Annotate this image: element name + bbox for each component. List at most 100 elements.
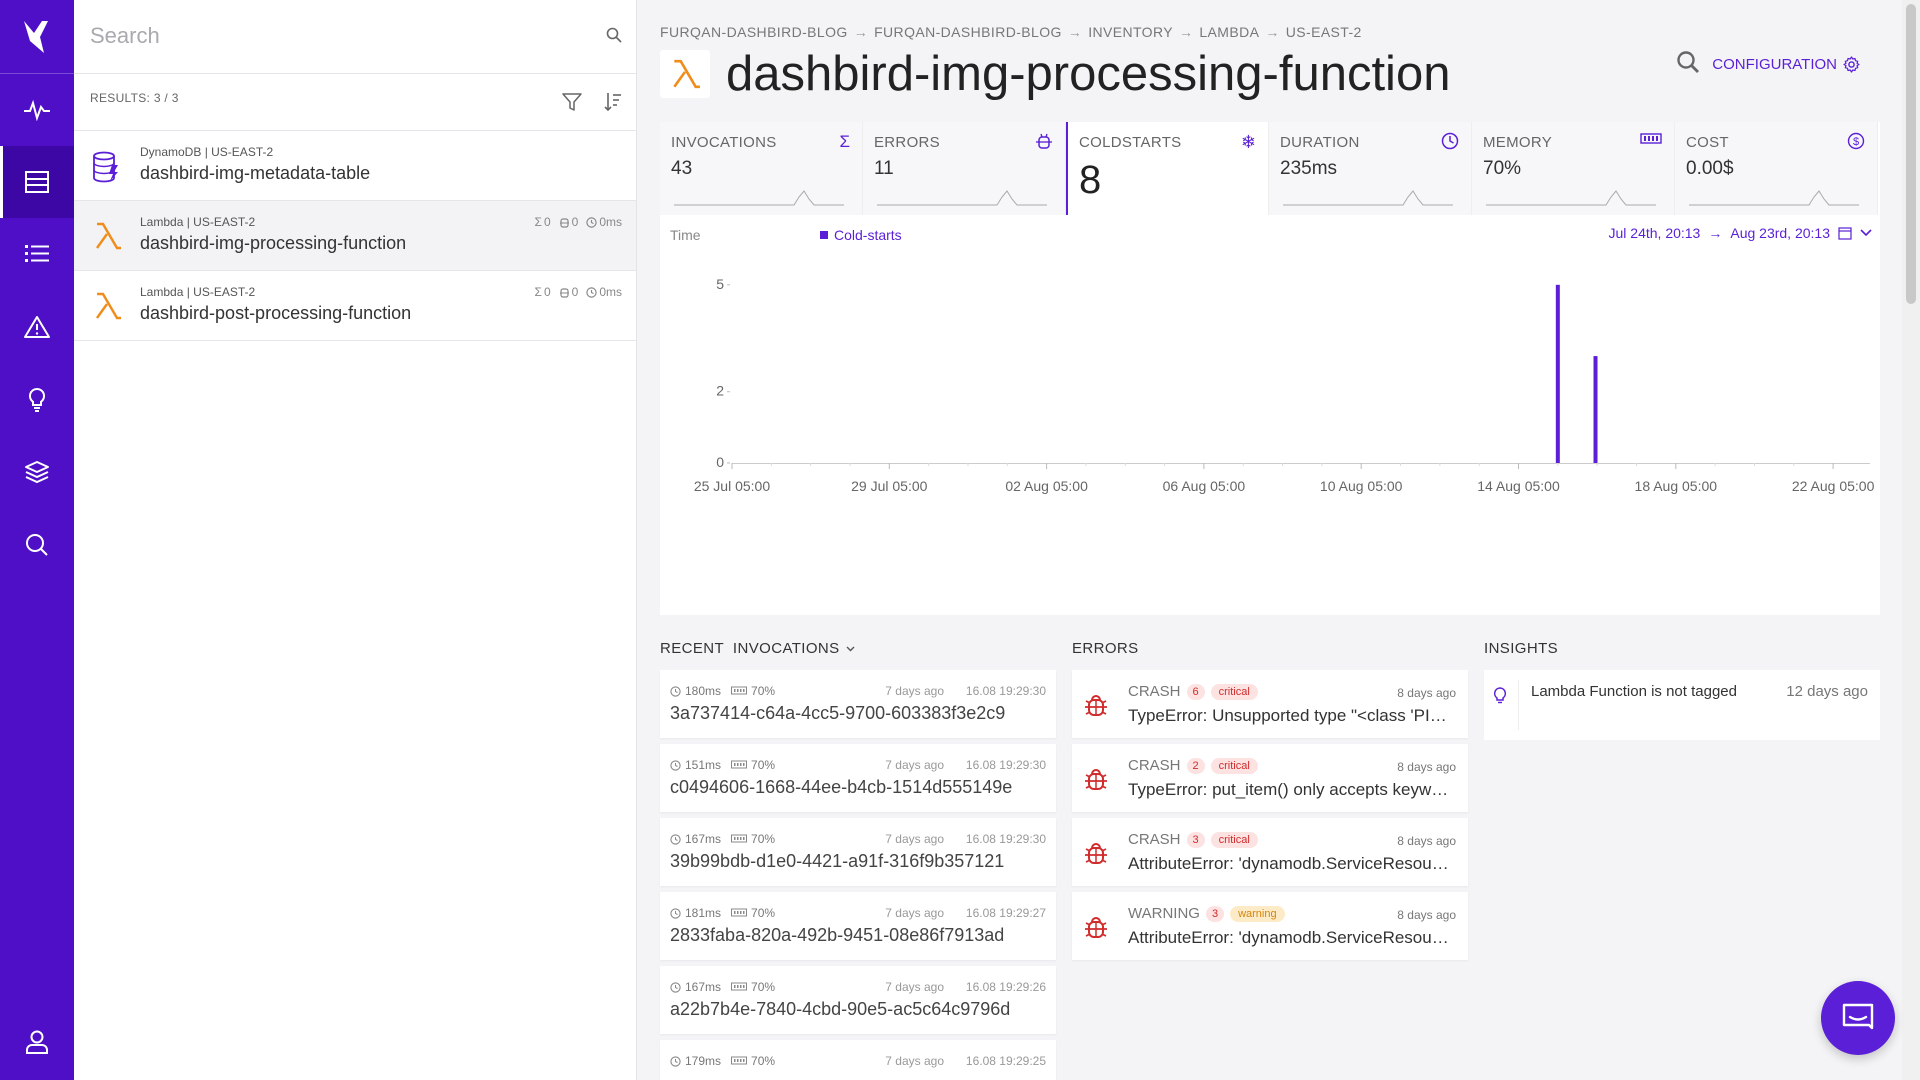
duration: 167ms [670, 980, 721, 994]
breadcrumb: FURQAN-DASHBIRD-BLOG → FURQAN-DASHBIRD-BL… [660, 24, 1362, 40]
invocation-card[interactable]: 179ms 70% 7 days ago 16.08 19:29:25 [660, 1040, 1056, 1080]
breadcrumb-item[interactable]: INVENTORY [1088, 24, 1173, 40]
errors-title: ERRORS [1072, 640, 1139, 657]
invocation-card[interactable]: 167ms 70% 7 days ago 16.08 19:29:30 39b99… [660, 818, 1056, 886]
metric-errors[interactable]: ERRORS 11 [863, 122, 1066, 215]
resource-item-metadata-table[interactable]: DynamoDB | US-EAST-2 dashbird-img-metada… [74, 131, 636, 201]
dynamodb-icon [92, 151, 120, 188]
metric-value: 11 [874, 158, 894, 179]
sparkline [1689, 190, 1859, 206]
insight-ago: 12 days ago [1786, 683, 1868, 700]
invocation-date: 16.08 19:29:30 [965, 758, 1046, 772]
layers-icon[interactable] [0, 436, 74, 508]
dashbird-logo[interactable] [0, 0, 74, 74]
error-card[interactable]: CRASH 3 critical 8 days ago AttributeError… [1072, 818, 1468, 886]
dollar-icon: $ [1847, 132, 1865, 150]
invocation-card[interactable]: 151ms 70% 7 days ago 16.08 19:29:30 c0494… [660, 744, 1056, 812]
recent-invocations-title[interactable]: RECENT INVOCATIONS [660, 640, 855, 657]
error-count-badge: 2 [1186, 757, 1205, 774]
bug-icon [1036, 133, 1052, 149]
invocation-date: 16.08 19:29:30 [965, 832, 1046, 846]
nav-rail [0, 0, 74, 1080]
resource-name: dashbird-img-processing-function [140, 233, 407, 253]
metric-memory[interactable]: MEMORY 70% [1472, 122, 1675, 215]
bug-icon [1085, 917, 1107, 938]
insight-card[interactable]: Lambda Function is not tagged 12 days ag… [1484, 670, 1880, 740]
alert-icon[interactable] [0, 291, 74, 363]
sparkline [1486, 190, 1656, 206]
breadcrumb-item[interactable]: LAMBDA [1199, 24, 1259, 40]
memory: 70% [731, 906, 775, 920]
sparkline [877, 190, 1047, 206]
metric-label: COLDSTARTS [1079, 134, 1182, 151]
invocation-ago: 7 days ago [885, 758, 944, 772]
metric-label: MEMORY [1483, 134, 1553, 151]
breadcrumb-item[interactable]: US-EAST-2 [1286, 24, 1362, 40]
error-card[interactable]: CRASH 2 critical 8 days ago TypeError: put… [1072, 744, 1468, 812]
x-tick-label: 10 Aug 05:00 [1320, 478, 1403, 494]
coldstarts-chart: 0 2 5 25 Jul 05:00 29 Jul 05:00 02 Aug 05:00 0… [660, 215, 1880, 615]
invocations-stat: Σ0 [534, 215, 551, 229]
inventory-icon[interactable] [0, 146, 74, 218]
list-icon[interactable] [0, 218, 74, 290]
search-input[interactable] [90, 18, 570, 54]
error-card[interactable]: CRASH 6 critical 8 days ago TypeError: Uns… [1072, 670, 1468, 738]
search-icon[interactable] [1676, 50, 1700, 79]
invocation-card[interactable]: 181ms 70% 7 days ago 16.08 19:29:27 2833f… [660, 892, 1056, 960]
memory-icon [731, 686, 748, 695]
error-type: WARNING [1128, 905, 1200, 922]
metric-duration[interactable]: DURATION 235ms [1269, 122, 1472, 215]
resource-item-post-processing[interactable]: Lambda | US-EAST-2 dashbird-post-process… [74, 271, 636, 341]
x-tick-label: 18 Aug 05:00 [1635, 478, 1718, 494]
snowflake-icon: ❄ [1240, 132, 1256, 152]
metric-cost[interactable]: COST 0.00$ $ [1675, 122, 1878, 215]
insights-icon[interactable] [0, 364, 74, 436]
legend-label: Cold-starts [834, 227, 902, 243]
scrollbar-thumb[interactable] [1906, 4, 1916, 304]
arrow-right-icon: → [853, 24, 869, 40]
arrow-right-icon: → [1067, 24, 1083, 40]
metric-label: DURATION [1280, 134, 1360, 151]
sparkline [674, 190, 844, 206]
bug-icon [1085, 769, 1107, 790]
metric-coldstarts[interactable]: COLDSTARTS 8 ❄ [1066, 122, 1269, 215]
chart-legend[interactable]: Cold-starts [820, 227, 902, 243]
invocation-card[interactable]: 180ms 70% 7 days ago 16.08 19:29:30 3a737… [660, 670, 1056, 738]
search-icon[interactable] [0, 509, 74, 581]
configuration-button[interactable]: CONFIGURATION [1712, 56, 1860, 73]
arrow-right-icon: → [1178, 24, 1194, 40]
severity-badge: warning [1230, 905, 1285, 922]
chat-icon [1842, 1003, 1874, 1030]
y-tick-label: 0 [716, 454, 724, 470]
resource-meta: Lambda | US-EAST-2 [140, 215, 256, 229]
metric-label: INVOCATIONS [671, 134, 777, 151]
invocation-date: 16.08 19:29:27 [965, 906, 1046, 920]
filter-icon[interactable] [562, 92, 582, 117]
error-message: AttributeError: 'dynamodb.ServiceResourc… [1128, 928, 1453, 947]
resource-item-img-processing[interactable]: Lambda | US-EAST-2 dashbird-img-processi… [74, 201, 636, 271]
error-card[interactable]: WARNING 3 warning 8 days ago AttributeErro… [1072, 892, 1468, 960]
resource-stats: Σ0 0 0ms [535, 215, 622, 229]
metric-value: 43 [671, 158, 693, 179]
scrollbar[interactable] [1902, 0, 1920, 1080]
date-range-picker[interactable]: Jul 24th, 20:13 → Aug 23rd, 20:13 [1609, 225, 1873, 241]
sort-icon[interactable] [604, 92, 622, 117]
invocation-ago: 7 days ago [885, 980, 944, 994]
invocation-ago: 7 days ago [885, 832, 944, 846]
user-icon[interactable] [0, 1006, 74, 1078]
range-from: Jul 24th, 20:13 [1608, 225, 1701, 241]
invocation-card[interactable]: 167ms 70% 7 days ago 16.08 19:29:26 a22b7… [660, 966, 1056, 1034]
chat-button[interactable] [1821, 981, 1895, 1055]
chart-time-label: Time [670, 227, 701, 243]
invocation-date: 16.08 19:29:25 [965, 1054, 1046, 1068]
error-message: TypeError: put_item() only accepts keywo… [1128, 780, 1453, 799]
bug-icon [1085, 695, 1107, 716]
metric-invocations[interactable]: INVOCATIONS 43 Σ [660, 122, 863, 215]
title-row: dashbird-img-processing-function [660, 46, 1450, 102]
breadcrumb-item[interactable]: FURQAN-DASHBIRD-BLOG [874, 24, 1062, 40]
activity-icon[interactable] [0, 74, 74, 146]
breadcrumb-item[interactable]: FURQAN-DASHBIRD-BLOG [660, 24, 848, 40]
error-type: CRASH [1128, 757, 1181, 774]
title-actions: CONFIGURATION [1676, 50, 1860, 79]
search-icon[interactable] [606, 27, 622, 48]
